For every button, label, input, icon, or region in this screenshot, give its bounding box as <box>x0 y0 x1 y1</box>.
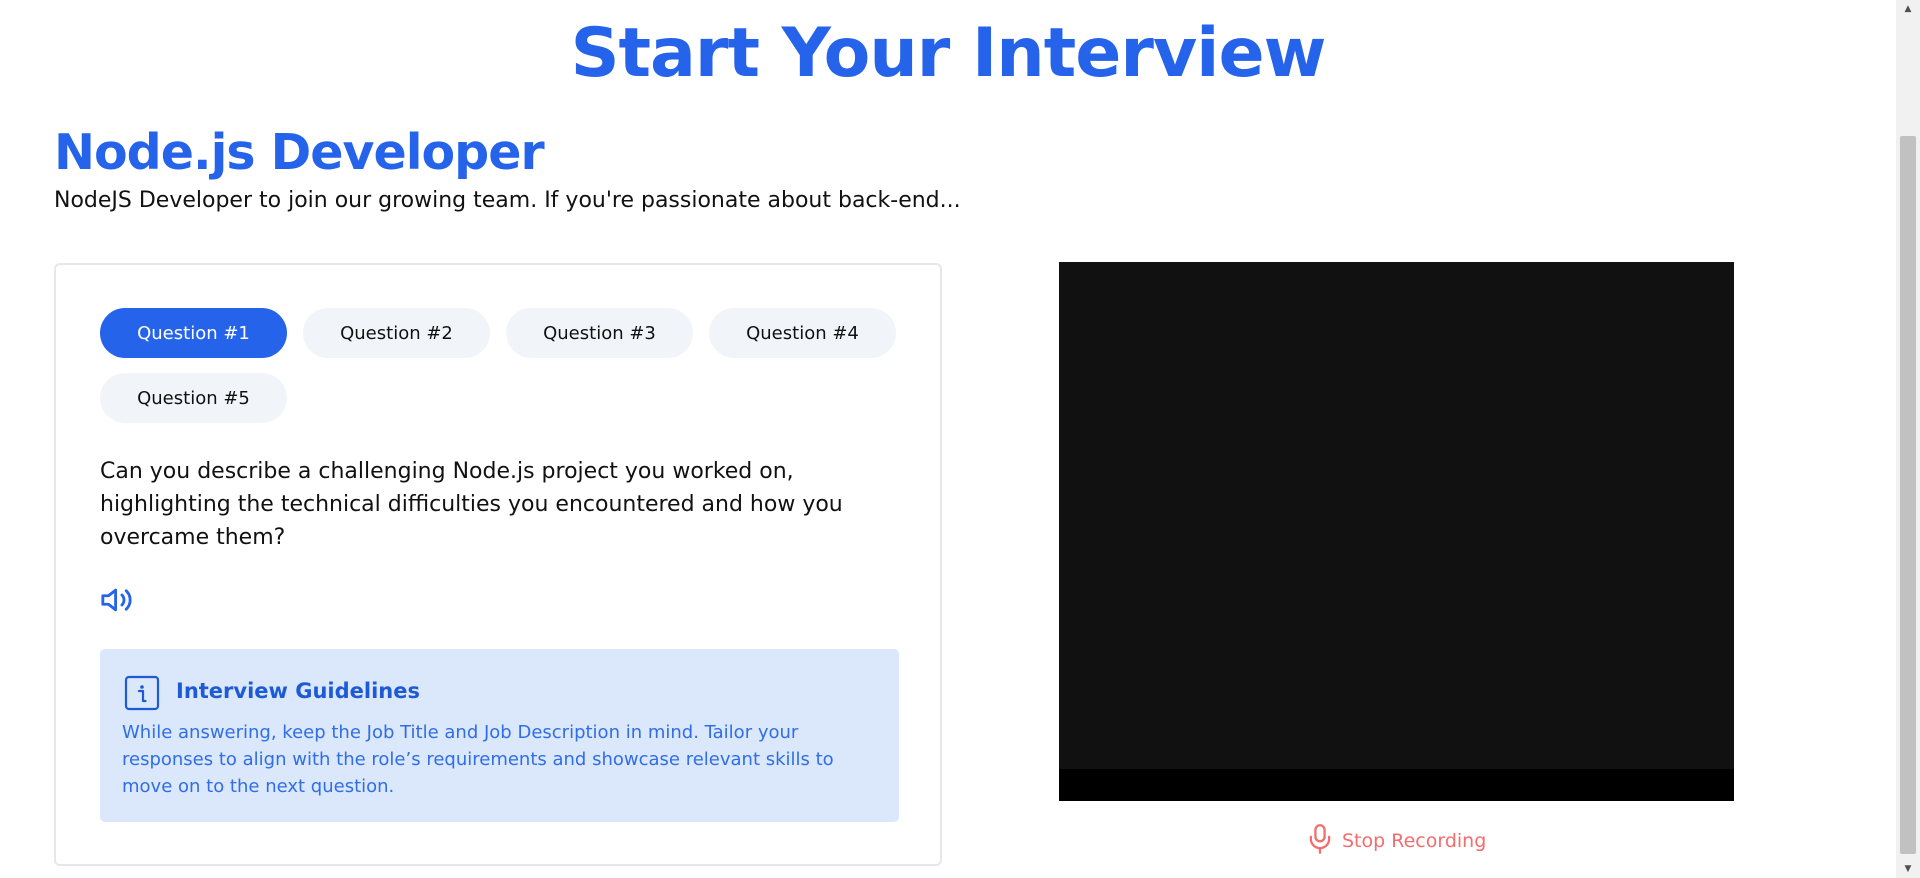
microphone-icon <box>1306 823 1334 859</box>
tab-question-3[interactable]: Question #3 <box>506 308 693 358</box>
question-text: Can you describe a challenging Node.js p… <box>100 459 843 550</box>
tab-question-2[interactable]: Question #2 <box>303 308 490 358</box>
vertical-scrollbar[interactable]: ▲ ▼ <box>1896 0 1920 878</box>
interview-guidelines: Interview Guidelines While answering, ke… <box>100 649 899 822</box>
guidelines-title: Interview Guidelines <box>176 679 420 703</box>
question-card: Question #1 Question #2 Question #3 Ques… <box>54 263 942 866</box>
tab-question-5[interactable]: Question #5 <box>100 373 287 423</box>
tab-question-1[interactable]: Question #1 <box>100 308 287 358</box>
guidelines-body: While answering, keep the Job Title and … <box>122 722 834 797</box>
tab-question-4[interactable]: Question #4 <box>709 308 896 358</box>
page-title: Start Your Interview <box>570 14 1327 93</box>
video-bottom-bar <box>1059 769 1734 801</box>
webcam-preview <box>1059 262 1734 801</box>
stop-recording-button[interactable]: Stop Recording <box>1306 823 1486 859</box>
job-description: NodeJS Developer to join our growing tea… <box>54 188 961 213</box>
scroll-down-arrow-icon[interactable]: ▼ <box>1896 860 1920 878</box>
volume-icon[interactable] <box>100 583 134 617</box>
interview-page: Start Your Interview Node.js Developer N… <box>0 0 1920 878</box>
scrollbar-thumb[interactable] <box>1900 136 1916 854</box>
scroll-up-arrow-icon[interactable]: ▲ <box>1896 0 1920 18</box>
job-title: Node.js Developer <box>54 124 545 181</box>
info-icon <box>124 675 160 711</box>
stop-recording-label: Stop Recording <box>1342 830 1487 852</box>
